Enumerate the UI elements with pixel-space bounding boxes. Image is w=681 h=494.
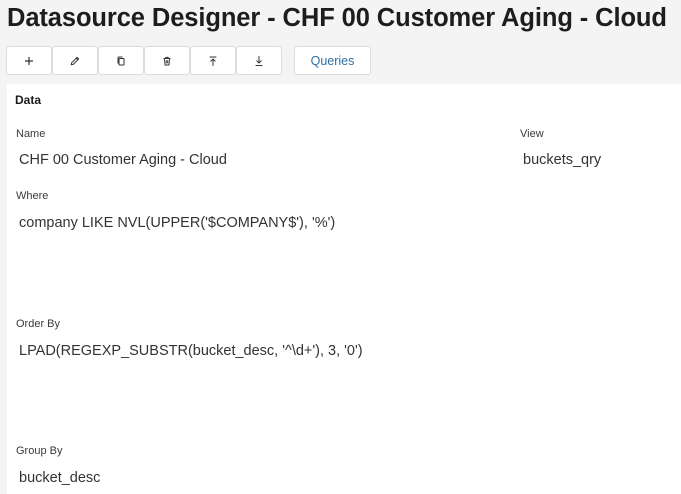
arrow-down-icon: [255, 55, 263, 66]
trash-icon: [163, 56, 171, 65]
order-by-label: Order By: [16, 318, 61, 330]
plus-icon: [24, 56, 34, 65]
delete-button[interactable]: [144, 46, 190, 75]
view-field[interactable]: buckets_qry: [523, 152, 601, 168]
data-panel: Data Name CHF 00 Customer Aging - Cloud …: [7, 84, 681, 494]
section-title-data: Data: [15, 93, 42, 107]
copy-icon: [117, 56, 125, 65]
group-by-field[interactable]: bucket_desc: [19, 470, 100, 486]
move-up-button[interactable]: [190, 46, 236, 75]
where-label: Where: [16, 190, 49, 202]
pencil-icon: [70, 56, 80, 65]
name-label: Name: [16, 128, 46, 140]
copy-button[interactable]: [98, 46, 144, 75]
add-button[interactable]: [6, 46, 52, 75]
queries-button[interactable]: Queries: [294, 46, 371, 75]
name-field[interactable]: CHF 00 Customer Aging - Cloud: [19, 152, 227, 168]
edit-button[interactable]: [52, 46, 98, 75]
order-by-field[interactable]: LPAD(REGEXP_SUBSTR(bucket_desc, '^\d+'),…: [19, 343, 363, 359]
where-field[interactable]: company LIKE NVL(UPPER('$COMPANY$'), '%'…: [19, 215, 335, 231]
arrow-up-icon: [209, 56, 217, 66]
move-down-button[interactable]: [236, 46, 282, 75]
view-label: View: [520, 128, 544, 140]
page-title: Datasource Designer - CHF 00 Customer Ag…: [7, 4, 667, 32]
toolbar: Queries: [6, 46, 371, 75]
group-by-label: Group By: [16, 445, 63, 457]
